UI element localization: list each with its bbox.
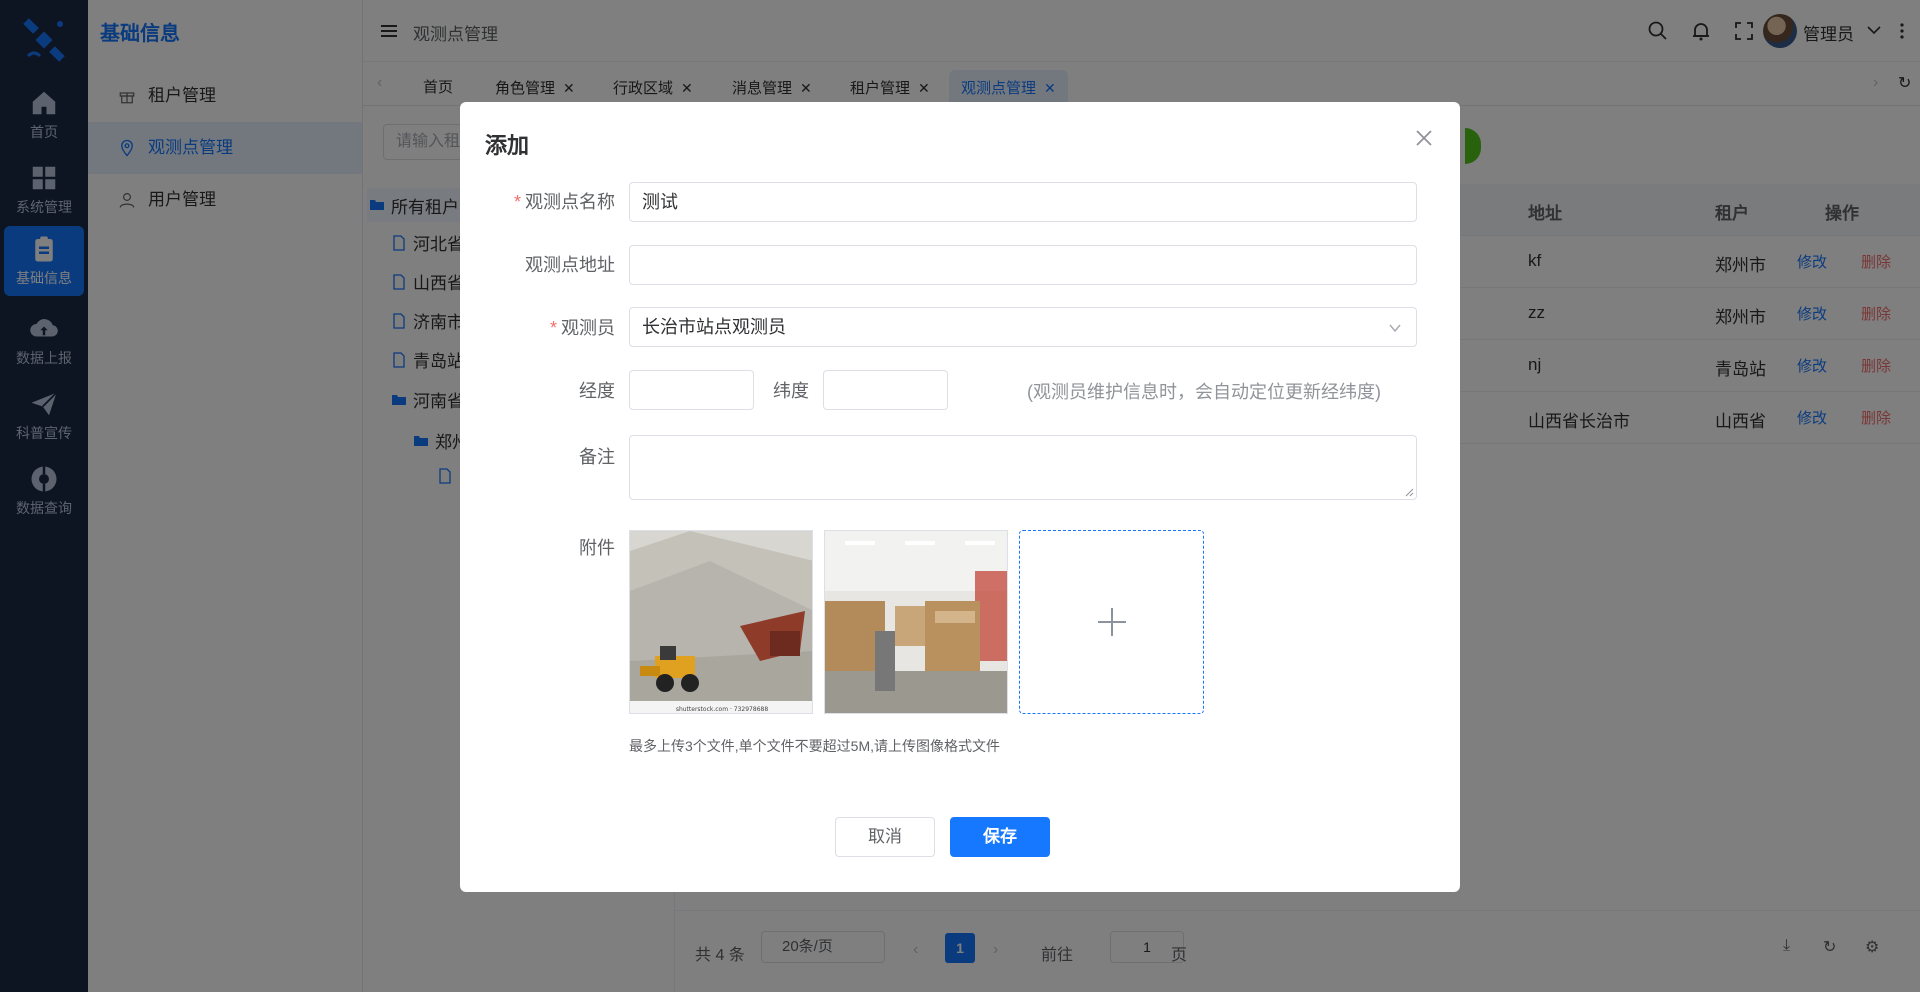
name-label: * 观测点名称 <box>460 188 615 214</box>
address-input[interactable] <box>629 245 1417 285</box>
observer-select[interactable]: 长治市站点观测员 <box>629 307 1417 347</box>
plus-icon <box>1098 608 1126 636</box>
observer-label-text: 观测员 <box>561 318 615 338</box>
address-label: 观测点地址 <box>525 255 615 275</box>
remark-textarea[interactable] <box>629 435 1417 500</box>
image-watermark: shutterstock.com · 732978688 <box>676 706 769 713</box>
dialog-title: 添加 <box>485 133 530 158</box>
name-input[interactable]: 测试 <box>629 182 1417 222</box>
warehouse-photo <box>825 531 1007 713</box>
required-mark: * <box>549 318 557 338</box>
upload-tip: 最多上传3个文件,单个文件不要超过5M,请上传图像格式文件 <box>629 738 1001 754</box>
add-dialog: 添加 * 观测点名称 测试 观测点地址 * 观测员 长治市站点观测员 经度 纬度 (… <box>460 102 1460 892</box>
cancel-button[interactable]: 取消 <box>835 817 935 857</box>
latitude-input[interactable] <box>823 370 948 410</box>
latitude-label: 纬度 <box>773 381 809 401</box>
observer-label: * 观测员 <box>460 314 615 340</box>
upload-trigger[interactable] <box>1019 530 1204 714</box>
required-mark: * <box>513 192 521 212</box>
attachment-image-quarry[interactable]: shutterstock.com · 732978688 <box>629 530 813 714</box>
name-label-text: 观测点名称 <box>525 192 615 212</box>
longitude-label: 经度 <box>579 381 615 401</box>
longitude-input[interactable] <box>629 370 754 410</box>
close-icon[interactable] <box>1412 126 1436 150</box>
observer-selected-value: 长治市站点观测员 <box>642 317 786 337</box>
chevron-down-icon <box>1389 324 1401 333</box>
coords-hint: (观测员维护信息时，会自动定位更新经纬度) <box>1027 382 1381 402</box>
resize-handle-icon[interactable] <box>1404 487 1414 497</box>
quarry-photo: shutterstock.com · 732978688 <box>630 531 812 713</box>
remark-label: 备注 <box>579 447 615 467</box>
attachment-label: 附件 <box>579 538 615 558</box>
save-button[interactable]: 保存 <box>950 817 1050 857</box>
attachment-image-warehouse[interactable] <box>824 530 1008 714</box>
